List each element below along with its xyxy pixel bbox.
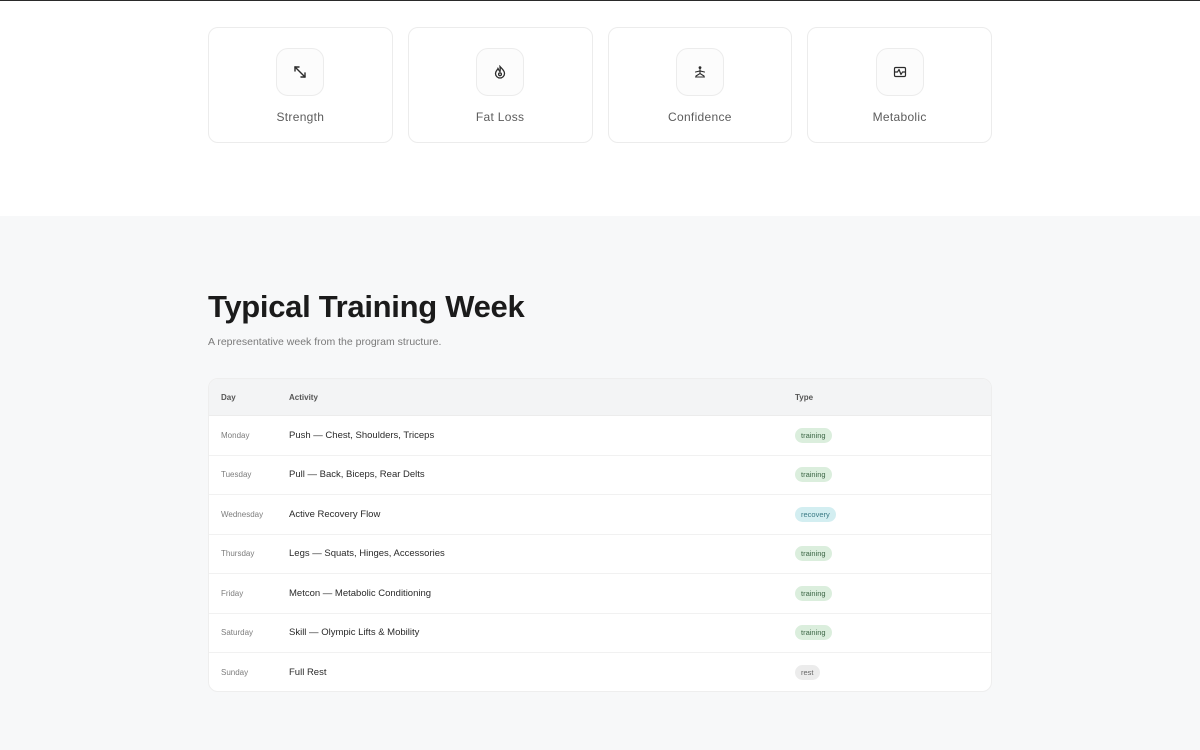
type-badge: training (795, 546, 832, 562)
table-row: Monday Push — Chest, Shoulders, Triceps … (209, 416, 991, 456)
activity-cell: Skill — Olympic Lifts & Mobility (289, 627, 420, 639)
column-header-day: Day (221, 392, 236, 402)
table-row: Friday Metcon — Metabolic Conditioning t… (209, 574, 991, 614)
table-row: Tuesday Pull — Back, Biceps, Rear Delts … (209, 456, 991, 495)
person-meditate-icon (675, 48, 724, 96)
column-header-activity: Activity (289, 392, 318, 402)
day-cell: Sunday (221, 668, 249, 678)
goal-label: Strength (276, 110, 325, 124)
table-header: Day Activity Type (209, 379, 991, 416)
heart-monitor-icon (875, 48, 924, 96)
goal-label: Metabolic (872, 110, 927, 124)
table-row: Saturday Skill — Olympic Lifts & Mobilit… (209, 614, 991, 653)
type-badge: training (795, 625, 832, 641)
top-divider (0, 0, 1200, 1)
goal-label: Confidence (668, 110, 732, 124)
type-badge: training (795, 585, 832, 601)
activity-cell: Push — Chest, Shoulders, Triceps (289, 429, 435, 441)
day-cell: Friday (221, 588, 244, 598)
type-badge: training (795, 427, 832, 443)
table-row: Wednesday Active Recovery Flow recovery (209, 495, 991, 535)
goal-card-fat-loss[interactable]: Fat Loss (407, 27, 593, 143)
column-header-type: Type (795, 392, 814, 402)
activity-cell: Legs — Squats, Hinges, Accessories (289, 548, 445, 560)
goal-card-confidence[interactable]: Confidence (607, 27, 793, 143)
goal-card-metabolic[interactable]: Metabolic (807, 27, 992, 143)
type-badge: recovery (795, 506, 836, 522)
activity-cell: Metcon — Metabolic Conditioning (289, 587, 432, 599)
day-cell: Wednesday (221, 509, 264, 519)
goal-cards: Strength Fat Loss Confidence Metabolic (208, 27, 992, 143)
day-cell: Saturday (221, 628, 254, 638)
type-badge: rest (795, 665, 820, 681)
table-row: Thursday Legs — Squats, Hinges, Accessor… (209, 535, 991, 574)
activity-cell: Active Recovery Flow (289, 508, 381, 520)
flame-icon (476, 48, 525, 96)
expand-arrows-icon (276, 48, 325, 96)
training-week-section: Typical Training Week A representative w… (0, 216, 1200, 750)
section-title: Typical Training Week (208, 289, 525, 324)
activity-cell: Full Rest (289, 667, 327, 679)
day-cell: Monday (221, 430, 250, 440)
section-subtitle: A representative week from the program s… (208, 336, 442, 348)
activity-cell: Pull — Back, Biceps, Rear Delts (289, 469, 425, 481)
goal-card-strength[interactable]: Strength (208, 27, 393, 143)
type-badge: training (795, 467, 832, 483)
table-row: Sunday Full Rest rest (209, 653, 991, 691)
day-cell: Tuesday (221, 470, 252, 480)
goal-label: Fat Loss (475, 110, 525, 124)
training-week-table: Day Activity Type Monday Push — Chest, S… (208, 378, 992, 692)
day-cell: Thursday (221, 549, 255, 559)
